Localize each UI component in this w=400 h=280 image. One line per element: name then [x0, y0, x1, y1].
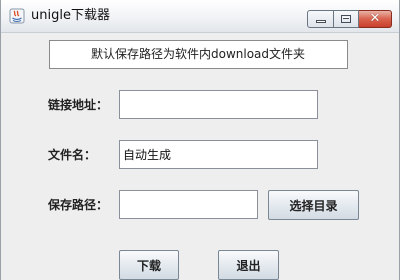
url-label: 链接地址：: [48, 98, 109, 112]
window-title: unigle下载器: [31, 8, 110, 23]
java-app-icon: [9, 8, 25, 24]
close-button[interactable]: ✕: [359, 10, 392, 28]
savepath-input[interactable]: [119, 190, 258, 219]
url-input[interactable]: [119, 90, 318, 119]
close-icon: ✕: [369, 11, 381, 26]
default-path-info: 默认保存路径为软件内download文件夹: [49, 40, 348, 69]
maximize-icon: [341, 15, 351, 23]
minimize-button[interactable]: [307, 10, 334, 28]
app-window: unigle下载器 ✕ 默认保存路径为软件内download文件夹 链接地址： …: [0, 0, 400, 280]
exit-button[interactable]: 退出: [218, 250, 279, 280]
minimize-icon: [316, 20, 326, 23]
filename-label: 文件名：: [48, 148, 97, 162]
window-controls: ✕: [307, 10, 392, 28]
title-bar[interactable]: unigle下载器 ✕: [1, 0, 399, 33]
filename-input[interactable]: [119, 140, 318, 169]
maximize-button[interactable]: [334, 10, 359, 28]
download-button[interactable]: 下载: [119, 250, 179, 280]
savepath-label: 保存路径：: [48, 198, 109, 212]
choose-directory-button[interactable]: 选择目录: [268, 190, 359, 220]
